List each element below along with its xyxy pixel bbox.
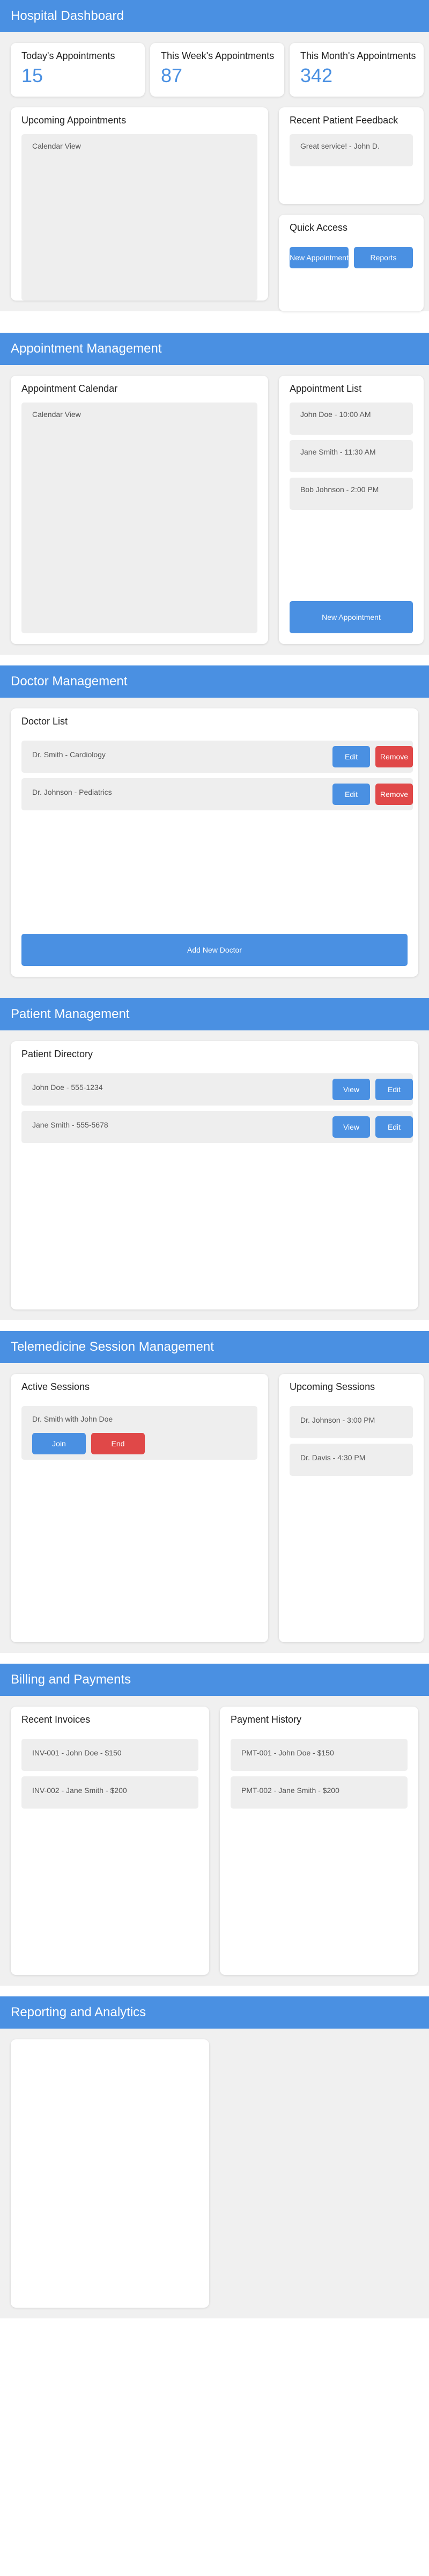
list-item[interactable]: Jane Smith - 11:30 AM [290, 440, 413, 472]
patient-header: Patient Management [0, 998, 429, 1030]
view-button[interactable]: View [332, 1079, 370, 1100]
invoice-text: INV-001 - John Doe - $150 [32, 1748, 122, 1757]
quick-access-title: Quick Access [290, 222, 348, 233]
new-appointment-button[interactable]: New Appointment [290, 601, 413, 633]
patient-name: John Doe - 555-1234 [32, 1083, 103, 1092]
appointment-list-card: Appointment List John Doe - 10:00 AM Jan… [279, 376, 424, 644]
list-item-text: Jane Smith - 11:30 AM [300, 448, 376, 456]
list-item[interactable]: Dr. Johnson - 3:00 PM [290, 1406, 413, 1438]
payment-history-title: Payment History [231, 1714, 302, 1725]
stat-value: 342 [300, 64, 333, 86]
patient-feedback-card: Recent Patient Feedback Great service! -… [279, 107, 424, 204]
list-item-text: Bob Johnson - 2:00 PM [300, 485, 379, 494]
remove-button[interactable]: Remove [375, 746, 413, 767]
table-row: Dr. Smith - Cardiology Edit Remove [21, 741, 413, 773]
recent-invoices-card: Recent Invoices INV-001 - John Doe - $15… [11, 1707, 209, 1975]
patient-directory-card: Patient Directory John Doe - 555-1234 Vi… [11, 1041, 418, 1309]
upcoming-sessions-card: Upcoming Sessions Dr. Johnson - 3:00 PM … [279, 1374, 424, 1642]
remove-button[interactable]: Remove [375, 784, 413, 805]
active-sessions-title: Active Sessions [21, 1381, 90, 1392]
edit-button[interactable]: Edit [375, 1116, 413, 1138]
active-session-item: Dr. Smith with John Doe Join End [21, 1406, 257, 1460]
doctor-list-title: Doctor List [21, 716, 68, 727]
appointment-header: Appointment Management [0, 333, 429, 365]
calendar-view[interactable]: Calendar View [21, 402, 257, 633]
upcoming-appointments-card: Upcoming Appointments Calendar View [11, 107, 268, 301]
reporting-header: Reporting and Analytics [0, 1996, 429, 2029]
patient-name: Jane Smith - 555-5678 [32, 1121, 108, 1129]
edit-button[interactable]: Edit [332, 784, 370, 805]
list-item[interactable]: INV-001 - John Doe - $150 [21, 1739, 198, 1771]
table-row: Dr. Johnson - Pediatrics Edit Remove [21, 778, 413, 810]
list-item[interactable]: Bob Johnson - 2:00 PM [290, 478, 413, 510]
add-doctor-button[interactable]: Add New Doctor [21, 934, 408, 966]
feedback-item: Great service! - John D. [290, 134, 413, 166]
edit-button[interactable]: Edit [375, 1079, 413, 1100]
analytics-card [11, 2039, 209, 2308]
session-text: Dr. Smith with John Doe [32, 1415, 113, 1423]
stat-value: 87 [161, 64, 183, 86]
reports-button[interactable]: Reports [354, 247, 413, 268]
payment-history-card: Payment History PMT-001 - John Doe - $15… [220, 1707, 418, 1975]
telemedicine-header: Telemedicine Session Management [0, 1331, 429, 1363]
stat-card-week: This Week's Appointments 87 [150, 43, 284, 97]
stat-card-today: Today's Appointments 15 [11, 43, 145, 97]
appointment-list-title: Appointment List [290, 383, 362, 394]
dashboard-header: Hospital Dashboard [0, 0, 429, 32]
quick-access-card: Quick Access New Appointment Reports [279, 215, 424, 311]
upcoming-appointments-title: Upcoming Appointments [21, 115, 127, 126]
doctor-header: Doctor Management [0, 665, 429, 698]
list-item[interactable]: John Doe - 10:00 AM [290, 402, 413, 435]
invoice-text: INV-002 - Jane Smith - $200 [32, 1786, 127, 1795]
end-button[interactable]: End [91, 1433, 145, 1454]
list-item[interactable]: PMT-001 - John Doe - $150 [231, 1739, 408, 1771]
appointment-calendar-title: Appointment Calendar [21, 383, 118, 394]
doctor-name: Dr. Smith - Cardiology [32, 750, 106, 759]
list-item-text: Dr. Johnson - 3:00 PM [300, 1416, 375, 1424]
calendar-view-label: Calendar View [32, 410, 81, 419]
patient-directory-title: Patient Directory [21, 1049, 93, 1059]
list-item[interactable]: PMT-002 - Jane Smith - $200 [231, 1776, 408, 1809]
appointment-calendar-card: Appointment Calendar Calendar View [11, 376, 268, 644]
recent-invoices-title: Recent Invoices [21, 1714, 91, 1725]
stat-label: This Week's Appointments [161, 50, 275, 61]
list-item-text: John Doe - 10:00 AM [300, 410, 371, 419]
doctor-name: Dr. Johnson - Pediatrics [32, 788, 112, 796]
join-button[interactable]: Join [32, 1433, 86, 1454]
calendar-view[interactable]: Calendar View [21, 134, 257, 301]
feedback-text: Great service! - John D. [300, 142, 380, 150]
table-row: John Doe - 555-1234 View Edit [21, 1073, 413, 1106]
billing-header: Billing and Payments [0, 1664, 429, 1696]
stat-value: 15 [21, 64, 43, 86]
stat-label: Today's Appointments [21, 50, 115, 61]
payment-text: PMT-001 - John Doe - $150 [241, 1748, 334, 1757]
table-row: Jane Smith - 555-5678 View Edit [21, 1111, 413, 1143]
doctor-list-card: Doctor List Dr. Smith - Cardiology Edit … [11, 708, 418, 977]
calendar-view-label: Calendar View [32, 142, 81, 150]
new-appointment-button[interactable]: New Appointment [290, 247, 349, 268]
list-item[interactable]: INV-002 - Jane Smith - $200 [21, 1776, 198, 1809]
view-button[interactable]: View [332, 1116, 370, 1138]
active-sessions-card: Active Sessions Dr. Smith with John Doe … [11, 1374, 268, 1642]
payment-text: PMT-002 - Jane Smith - $200 [241, 1786, 339, 1795]
stat-label: This Month's Appointments [300, 50, 416, 61]
upcoming-sessions-title: Upcoming Sessions [290, 1381, 375, 1392]
list-item-text: Dr. Davis - 4:30 PM [300, 1453, 366, 1462]
patient-feedback-title: Recent Patient Feedback [290, 115, 398, 126]
edit-button[interactable]: Edit [332, 746, 370, 767]
list-item[interactable]: Dr. Davis - 4:30 PM [290, 1444, 413, 1476]
stat-card-month: This Month's Appointments 342 [290, 43, 424, 97]
